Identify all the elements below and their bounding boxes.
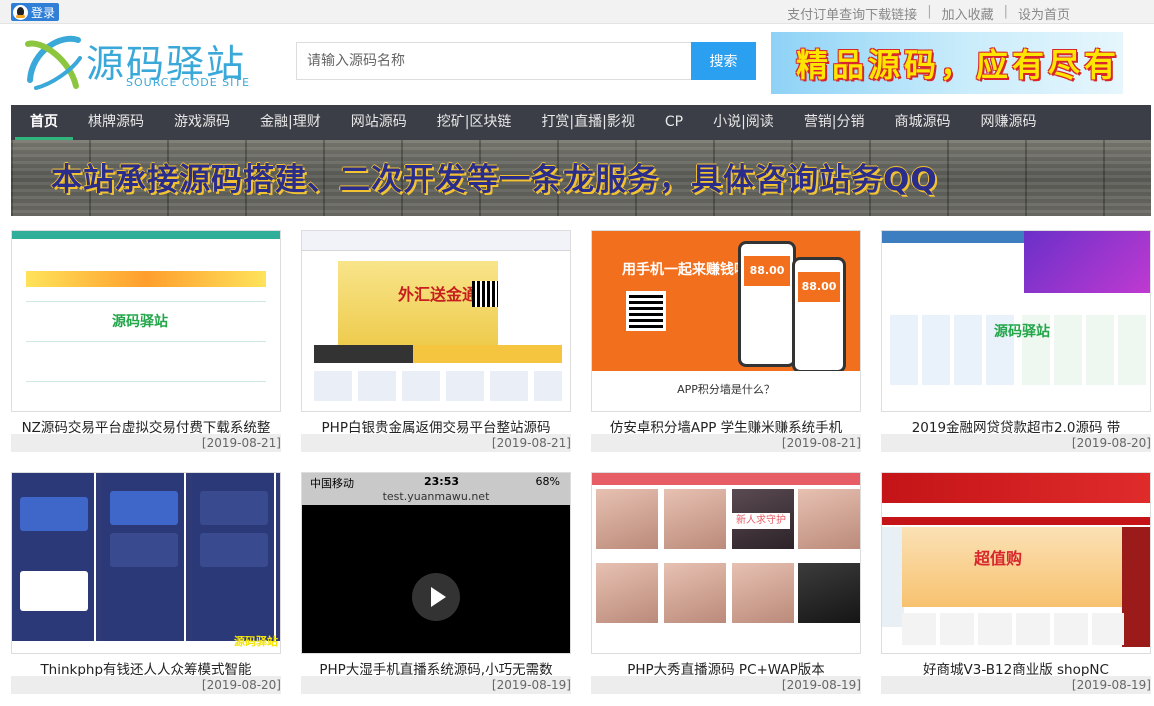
logo-icon <box>25 35 82 90</box>
nav-item-live[interactable]: 打赏|直播|影视 <box>541 105 634 140</box>
phone-status-bar: 中国移动 23:53 68% test.yuanmawu.net <box>302 473 570 505</box>
nav-item-novel[interactable]: 小说|阅读 <box>713 105 774 140</box>
main-nav: 首页 棋牌源码 游戏源码 金融|理财 网站源码 挖矿|区块链 打赏|直播|影视 … <box>11 105 1151 140</box>
nav-item-home[interactable]: 首页 <box>15 105 73 140</box>
nav-item-mining[interactable]: 挖矿|区块链 <box>437 105 512 140</box>
qr-code-icon <box>626 291 666 331</box>
product-date: [2019-08-19] <box>591 676 861 694</box>
top-links: 支付订单查询下载链接 | 加入收藏 | 设为首页 <box>787 4 1070 23</box>
product-card[interactable]: 中国移动 23:53 68% test.yuanmawu.net PHP大湿手机… <box>301 472 571 694</box>
watermark: 源码驿站 <box>112 314 168 330</box>
product-date: [2019-08-19] <box>881 676 1151 694</box>
thumb-headline: 外汇送金通 <box>398 285 479 304</box>
product-thumbnail[interactable]: 用手机一起来赚钱吧 88.00 88.00 APP积分墙是什么？ <box>591 230 861 412</box>
nav-item-finance[interactable]: 金融|理财 <box>260 105 321 140</box>
product-thumbnail[interactable]: 源码驿站 <box>881 230 1151 412</box>
add-favorite-link[interactable]: 加入收藏 <box>942 4 994 23</box>
separator: | <box>927 4 932 19</box>
top-bar: 登录 支付订单查询下载链接 | 加入收藏 | 设为首页 <box>0 0 1154 24</box>
thumb-value: 88.00 <box>798 272 840 302</box>
product-thumbnail[interactable]: 超值购 <box>881 472 1151 654</box>
thumb-caption: APP积分墙是什么？ <box>677 383 775 396</box>
login-label: 登录 <box>31 5 56 20</box>
product-thumbnail[interactable]: 新人求守护 <box>591 472 861 654</box>
search-input[interactable] <box>296 42 691 80</box>
search-button[interactable]: 搜索 <box>691 42 756 80</box>
watermark: 源码驿站 <box>234 635 278 648</box>
product-thumbnail[interactable]: 源码驿站 <box>11 472 281 654</box>
product-card[interactable]: 用手机一起来赚钱吧 88.00 88.00 APP积分墙是什么？ 仿安卓积分墙A… <box>591 230 861 452</box>
thumb-headline: 用手机一起来赚钱吧 <box>622 262 748 278</box>
product-title[interactable]: 好商城V3-B12商业版 shopNC <box>881 658 1151 678</box>
ad-banner[interactable]: 精品源码，应有尽有 <box>771 32 1123 94</box>
product-date: [2019-08-21] <box>591 434 861 452</box>
clock-label: 23:53 <box>424 475 460 488</box>
product-title[interactable]: NZ源码交易平台虚拟交易付费下载系统整 <box>11 416 281 436</box>
product-date: [2019-08-20] <box>11 676 281 694</box>
service-banner-text: 本站承接源码搭建、二次开发等一条龙服务，具体咨询站务QQ <box>51 162 938 198</box>
search-bar: 搜索 <box>296 42 756 80</box>
product-thumbnail[interactable]: 中国移动 23:53 68% test.yuanmawu.net <box>301 472 571 654</box>
play-icon[interactable] <box>412 573 460 621</box>
product-card[interactable]: 源码驿站 2019金融网贷贷款超市2.0源码 带 [2019-08-20] <box>881 230 1151 452</box>
product-date: [2019-08-21] <box>301 434 571 452</box>
nav-item-games[interactable]: 游戏源码 <box>174 105 230 140</box>
thumb-tag: 新人求守护 <box>732 513 790 529</box>
product-title[interactable]: 2019金融网贷贷款超市2.0源码 带 <box>881 416 1151 436</box>
carrier-label: 中国移动 <box>310 477 354 490</box>
thumb-headline: 超值购 <box>974 549 1023 568</box>
url-label: test.yuanmawu.net <box>382 490 490 503</box>
ad-banner-text: 精品源码，应有尽有 <box>796 46 1121 84</box>
product-title[interactable]: 仿安卓积分墙APP 学生赚米赚系统手机 <box>591 416 861 436</box>
product-card[interactable]: 外汇送金通 PHP白银贵金属返佣交易平台整站源码 [2019-08-21] <box>301 230 571 452</box>
product-title[interactable]: PHP大湿手机直播系统源码,小巧无需数 <box>301 658 571 678</box>
product-title[interactable]: Thinkphp有钱还人人众筹模式智能 <box>11 658 281 678</box>
order-query-link[interactable]: 支付订单查询下载链接 <box>787 4 917 23</box>
nav-item-marketing[interactable]: 营销|分销 <box>804 105 865 140</box>
nav-item-chess[interactable]: 棋牌源码 <box>88 105 144 140</box>
product-date: [2019-08-20] <box>881 434 1151 452</box>
product-thumbnail[interactable]: 源码驿站 <box>11 230 281 412</box>
product-card[interactable]: 源码驿站 NZ源码交易平台虚拟交易付费下载系统整 [2019-08-21] <box>11 230 281 452</box>
battery-label: 68% <box>535 475 560 488</box>
qr-code-icon <box>472 281 498 307</box>
service-banner[interactable]: 本站承接源码搭建、二次开发等一条龙服务，具体咨询站务QQ <box>11 140 1151 216</box>
product-card[interactable]: 源码驿站 Thinkphp有钱还人人众筹模式智能 [2019-08-20] <box>11 472 281 694</box>
nav-item-mall[interactable]: 商城源码 <box>895 105 951 140</box>
watermark: 源码驿站 <box>994 324 1050 340</box>
product-thumbnail[interactable]: 外汇送金通 <box>301 230 571 412</box>
product-card[interactable]: 新人求守护 PHP大秀直播源码 PC+WAP版本 [2019-08-19] <box>591 472 861 694</box>
site-logo[interactable]: 源码驿站 SOURCE CODE SITE <box>22 30 262 96</box>
product-date: [2019-08-19] <box>301 676 571 694</box>
nav-item-cp[interactable]: CP <box>665 105 683 140</box>
separator: | <box>1003 4 1008 19</box>
qq-icon <box>13 4 28 20</box>
qq-login-button[interactable]: 登录 <box>11 3 60 21</box>
product-card[interactable]: 超值购 好商城V3-B12商业版 shopNC [2019-08-19] <box>881 472 1151 694</box>
nav-item-earn[interactable]: 网赚源码 <box>981 105 1037 140</box>
product-date: [2019-08-21] <box>11 434 281 452</box>
set-homepage-link[interactable]: 设为首页 <box>1018 4 1070 23</box>
logo-subtitle: SOURCE CODE SITE <box>126 76 251 89</box>
thumb-value: 88.00 <box>744 256 790 286</box>
product-title[interactable]: PHP白银贵金属返佣交易平台整站源码 <box>301 416 571 436</box>
nav-item-website[interactable]: 网站源码 <box>351 105 407 140</box>
product-title[interactable]: PHP大秀直播源码 PC+WAP版本 <box>591 658 861 678</box>
